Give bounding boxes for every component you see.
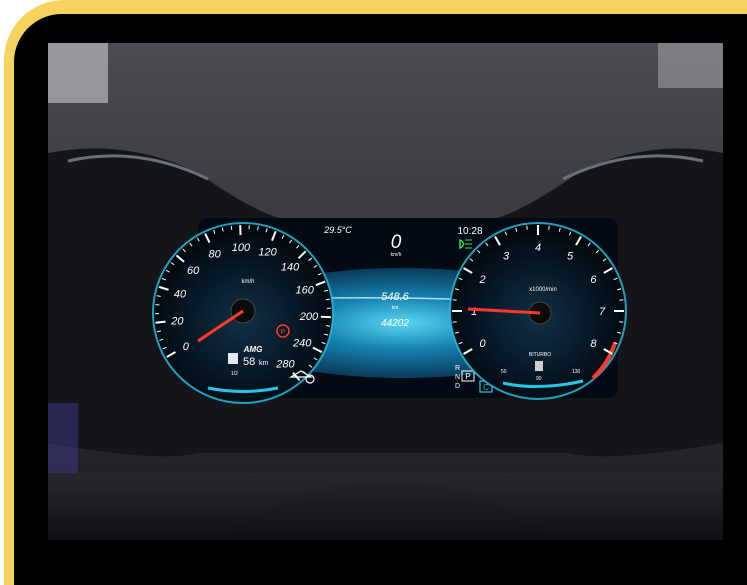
coolant-temp-icon	[535, 361, 543, 371]
speed-label: 240	[292, 337, 312, 349]
rpm-tick	[452, 299, 457, 301]
photo-frame: 0 20 40 60 80 100 120 140 160 200 240 280 km/h AMG …	[0, 0, 747, 585]
speed-label: 0	[183, 341, 190, 353]
odometer: 44202	[381, 318, 409, 329]
speed-tick	[325, 298, 330, 301]
trip-distance: 548.6	[381, 291, 409, 303]
speed-label: 80	[209, 248, 222, 260]
gear-r: R	[455, 365, 460, 372]
gear-p: P	[465, 372, 470, 381]
rpm-tick	[452, 321, 457, 323]
window-light	[48, 43, 108, 103]
rpm-label: 2	[479, 274, 486, 286]
speed-label: 20	[170, 315, 184, 327]
trip-unit: km	[392, 305, 399, 311]
dashboard-photo: 0 20 40 60 80 100 120 140 160 200 240 280 km/h AMG …	[48, 43, 723, 540]
speed-tick	[155, 320, 166, 324]
rpm-label: 0	[480, 338, 487, 350]
temp-low: 50	[501, 369, 507, 375]
fuel-half-label: 1/2	[231, 371, 238, 377]
temp-mid: 90	[536, 376, 542, 382]
tachometer: 012345678 x1000/min BITURBO 50 90 130	[449, 222, 627, 400]
rpm-label: 7	[599, 306, 606, 318]
parking-brake-letter: P	[281, 329, 286, 336]
speed-tick	[325, 325, 331, 327]
speed-unit-label: km/h	[241, 279, 254, 285]
speed-label: 120	[258, 247, 277, 259]
speed-label: 140	[281, 262, 300, 274]
digital-speed: 0	[391, 232, 402, 253]
speed-label: 160	[295, 284, 314, 296]
lower-dash	[48, 473, 723, 540]
rpm-unit-label: x1000/min	[529, 287, 557, 293]
rpm-tick	[619, 321, 624, 323]
speed-label: 100	[232, 242, 251, 254]
speed-tick	[257, 226, 259, 231]
speedometer: 020406080100 120140160200240280 km/h AMG …	[152, 222, 334, 404]
gear-n: N	[455, 374, 460, 381]
speed-label: 280	[275, 359, 295, 371]
clock: 10:28	[457, 226, 482, 237]
biturbo-label: BITURBO	[529, 352, 551, 358]
rpm-tick	[548, 225, 550, 230]
rpm-tick	[526, 225, 528, 230]
rpm-label: 8	[590, 338, 597, 350]
digital-speed-unit: km/h	[391, 252, 402, 258]
amg-badge: AMG	[243, 345, 263, 354]
speed-tick	[230, 225, 233, 230]
rpm-tick	[619, 299, 624, 301]
speed-label: 40	[174, 288, 187, 300]
outside-temperature: 29.5°C	[323, 225, 352, 235]
rpm-label: 5	[567, 251, 574, 263]
rpm-label: 3	[503, 251, 510, 263]
gear-d: D	[455, 383, 460, 390]
rpm-label: 6	[590, 274, 597, 286]
rpm-label: 4	[535, 242, 541, 254]
temp-high: 130	[572, 369, 581, 375]
speed-label: 200	[299, 311, 319, 323]
range-value: 58	[243, 356, 255, 368]
cluster-svg: 020406080100 120140160200240280 km/h AMG …	[48, 43, 723, 540]
window-light-right	[658, 43, 723, 88]
range-unit: km	[259, 360, 269, 367]
speed-label: 60	[187, 265, 200, 277]
fuel-pump-icon	[228, 353, 238, 364]
ambient-light	[48, 403, 78, 473]
